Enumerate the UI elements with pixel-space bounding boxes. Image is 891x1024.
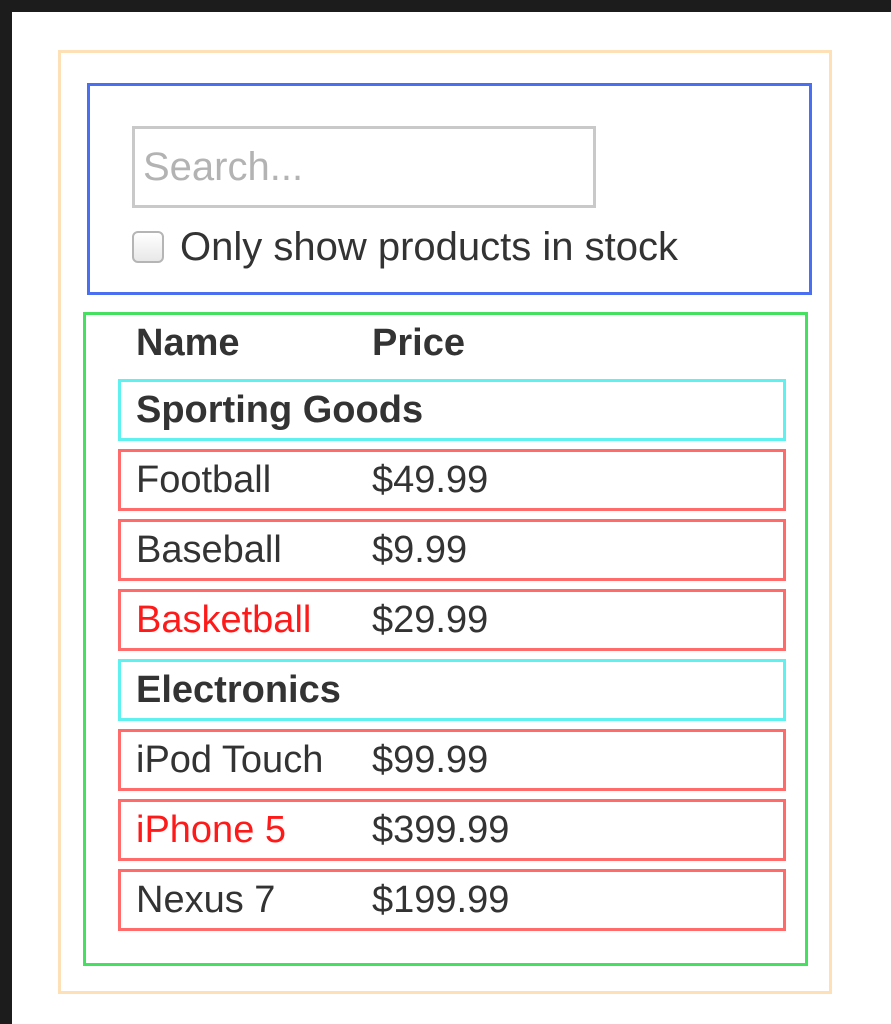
table-header: Name Price bbox=[136, 315, 465, 371]
product-name-out-of-stock: iPhone 5 bbox=[136, 808, 287, 851]
page: Only show products in stock Name Price S… bbox=[12, 12, 891, 1024]
product-price: $29.99 bbox=[372, 598, 489, 641]
product-price: $399.99 bbox=[372, 808, 510, 851]
product-price: $199.99 bbox=[372, 878, 510, 921]
product-row: Baseball $9.99 bbox=[118, 519, 786, 581]
category-row-electronics: Electronics bbox=[118, 659, 786, 721]
product-row: iPhone 5 $399.99 bbox=[118, 799, 786, 861]
category-name: Electronics bbox=[136, 668, 341, 711]
product-name-out-of-stock: Basketball bbox=[136, 598, 312, 641]
search-bar: Only show products in stock bbox=[87, 83, 812, 295]
in-stock-checkbox[interactable] bbox=[132, 231, 164, 263]
product-table: Name Price Sporting Goods Football $49.9… bbox=[83, 312, 808, 966]
search-input[interactable] bbox=[132, 126, 596, 208]
product-row: Nexus 7 $199.99 bbox=[118, 869, 786, 931]
product-price: $9.99 bbox=[372, 528, 468, 571]
header-name: Name bbox=[136, 321, 240, 364]
in-stock-label: Only show products in stock bbox=[180, 224, 678, 269]
product-name: Nexus 7 bbox=[136, 878, 276, 921]
category-row-sporting-goods: Sporting Goods bbox=[118, 379, 786, 441]
product-price: $99.99 bbox=[372, 738, 489, 781]
stock-filter: Only show products in stock bbox=[132, 220, 678, 274]
category-name: Sporting Goods bbox=[136, 388, 424, 431]
product-row: Basketball $29.99 bbox=[118, 589, 786, 651]
product-row: Football $49.99 bbox=[118, 449, 786, 511]
product-row: iPod Touch $99.99 bbox=[118, 729, 786, 791]
product-name: Baseball bbox=[136, 528, 282, 571]
header-price: Price bbox=[372, 321, 465, 364]
product-name: Football bbox=[136, 458, 272, 501]
product-price: $49.99 bbox=[372, 458, 489, 501]
product-name: iPod Touch bbox=[136, 738, 324, 781]
